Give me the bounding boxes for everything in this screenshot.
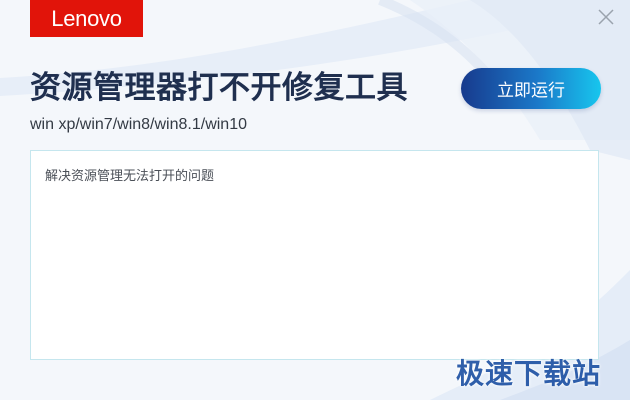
lenovo-logo: Lenovo [30, 0, 143, 37]
description-box: 解决资源管理无法打开的问题 [30, 150, 599, 360]
supported-os-subtitle: win xp/win7/win8/win8.1/win10 [30, 116, 247, 133]
description-text: 解决资源管理无法打开的问题 [45, 169, 215, 184]
run-now-button[interactable]: 立即运行 [461, 68, 601, 109]
close-icon [598, 9, 614, 25]
close-button[interactable] [596, 7, 616, 27]
page-title: 资源管理器打不开修复工具 [30, 70, 408, 106]
site-watermark: 极速下载站 [456, 357, 602, 390]
logo-text: Lenovo [51, 5, 122, 31]
app-window: Lenovo 资源管理器打不开修复工具 win xp/win7/win8/win… [0, 0, 630, 400]
